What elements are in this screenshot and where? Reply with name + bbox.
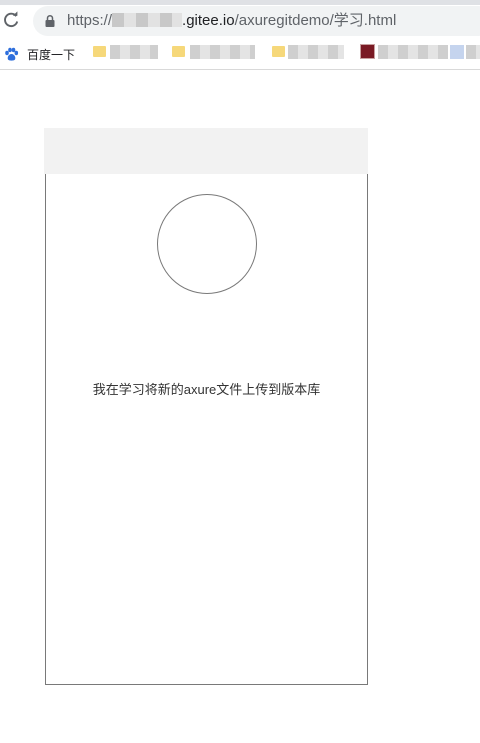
bookmark-favicon-icon[interactable] bbox=[360, 44, 375, 59]
bookmark-folder-icon[interactable] bbox=[172, 46, 185, 57]
bookmark-redacted[interactable] bbox=[378, 45, 448, 59]
omnibox[interactable]: https:// .gitee.io/axuregitdemo/学习.html bbox=[33, 6, 480, 36]
lock-icon bbox=[45, 14, 55, 27]
reload-button[interactable] bbox=[0, 9, 22, 31]
bookmark-redacted[interactable] bbox=[110, 45, 158, 59]
reload-icon bbox=[4, 11, 19, 28]
bookmark-folder-icon[interactable] bbox=[93, 46, 106, 57]
bookmark-redacted[interactable] bbox=[288, 45, 344, 59]
bookmark-baidu-label: 百度一下 bbox=[27, 47, 76, 62]
bookmarks-bar: 百度一下 bbox=[0, 38, 480, 70]
url-scheme: https:// bbox=[67, 12, 113, 29]
url-path: /axuregitdemo/学习.html bbox=[234, 12, 397, 29]
url-host: .gitee.io bbox=[182, 12, 235, 29]
bookmark-redacted[interactable] bbox=[466, 45, 480, 59]
bookmark-baidu[interactable]: 百度一下 bbox=[4, 45, 75, 63]
url-redacted-segment bbox=[112, 13, 183, 27]
bookmark-folder-icon[interactable] bbox=[272, 46, 285, 57]
url-text[interactable]: https:// .gitee.io/axuregitdemo/学习.html bbox=[67, 13, 396, 29]
prototype-header-bar bbox=[44, 128, 368, 174]
prototype-caption: 我在学习将新的axure文件上传到版本库 bbox=[92, 382, 321, 397]
baidu-paw-icon bbox=[5, 47, 19, 61]
avatar-circle bbox=[157, 194, 257, 294]
address-row: https:// .gitee.io/axuregitdemo/学习.html bbox=[0, 5, 480, 36]
bookmark-favicon-icon[interactable] bbox=[450, 45, 464, 59]
bookmark-redacted[interactable] bbox=[190, 45, 255, 59]
